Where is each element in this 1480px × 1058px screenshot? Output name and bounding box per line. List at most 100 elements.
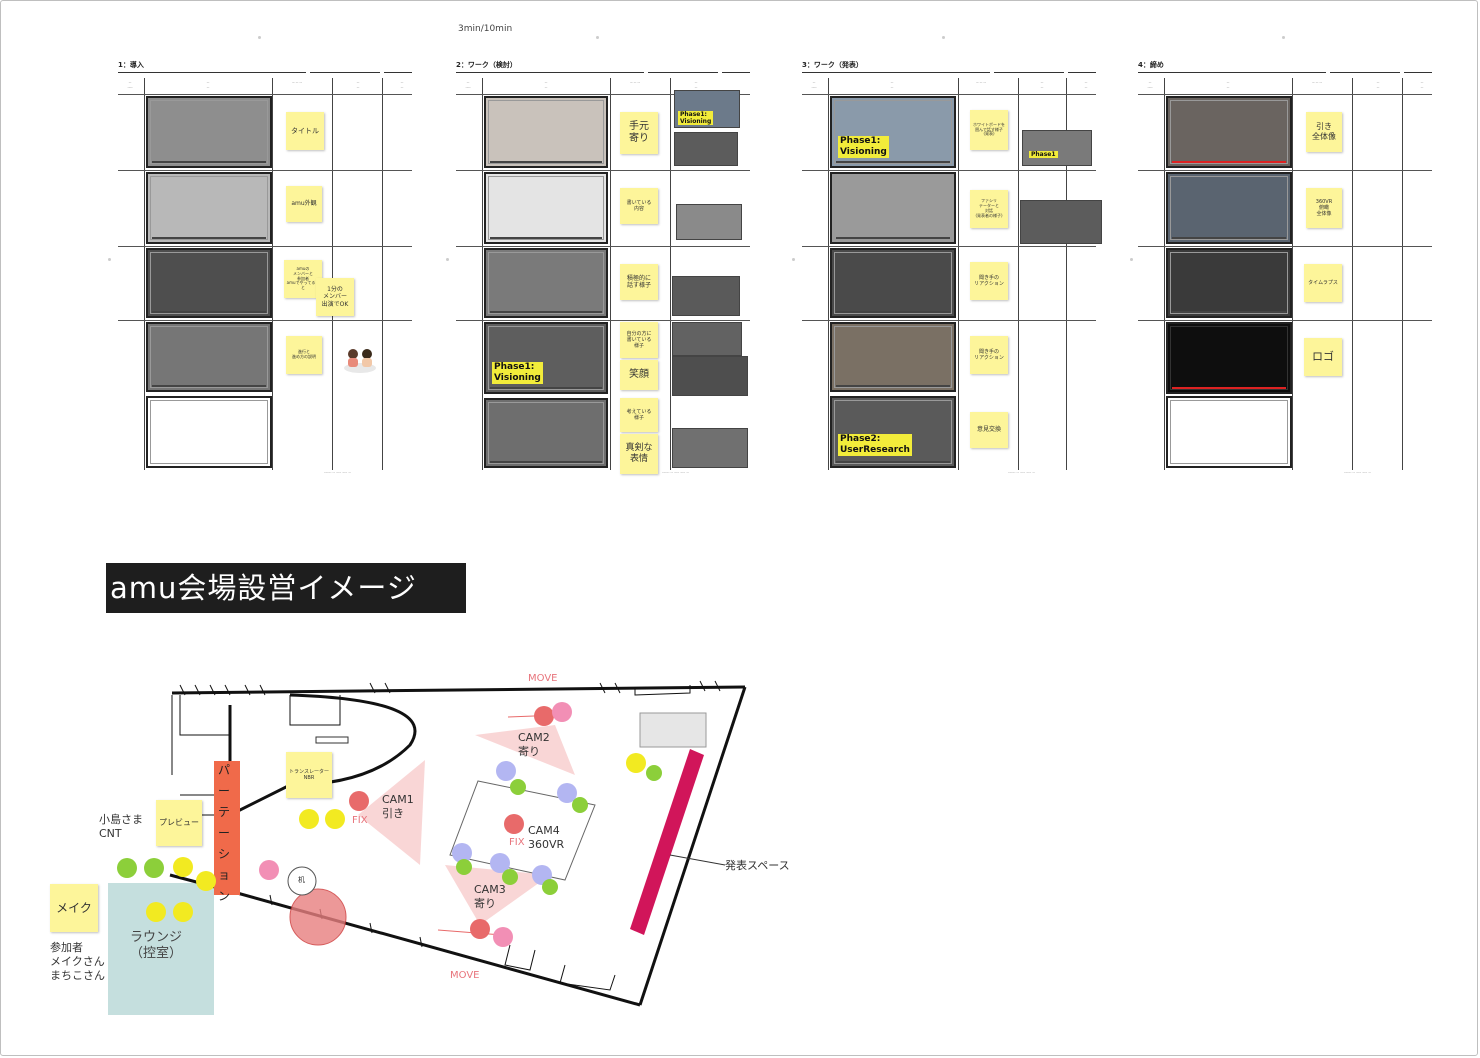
- footer-note: ┈┈┈ ┈ ┈┈ ┈┈ ┈: [1344, 470, 1371, 475]
- column-header: ┈ ┈┈: [465, 80, 471, 90]
- handle-dot: [942, 36, 945, 39]
- column-header: ┈ ┈ ┈: [1312, 80, 1322, 85]
- sticky-note: 考えている 様子: [620, 398, 658, 432]
- column-divider: [828, 78, 829, 470]
- storyboard-shot: [484, 172, 608, 244]
- title-underline: [802, 72, 990, 73]
- title-underline: [994, 72, 1064, 73]
- handle-dot: [1130, 258, 1133, 261]
- column-header: ┈ ┈: [1420, 80, 1424, 90]
- row-divider: [1138, 246, 1432, 247]
- column-divider: [1164, 78, 1165, 470]
- storyboard-title: 2：ワーク（検討）: [456, 61, 517, 69]
- column-header: ┈ ┈┈: [1147, 80, 1153, 90]
- footer-note: ┈┈┈ ┈ ┈┈ ┈┈ ┈: [324, 470, 351, 475]
- column-header: ┈ ┈: [400, 80, 404, 90]
- staff-marker: [196, 871, 216, 891]
- floor-plan: [108, 680, 747, 1015]
- storyboard-shot: [830, 322, 956, 392]
- cam4-label: CAM4 360VR: [528, 824, 565, 851]
- footer-note: ┈┈┈ ┈ ┈┈ ┈┈ ┈: [662, 470, 689, 475]
- desk-area: [289, 888, 347, 946]
- cam2-marker: [534, 706, 554, 726]
- cam3-marker: [470, 919, 490, 939]
- sticky-note: 1分の メンバー 出演でOK: [316, 278, 354, 316]
- participant-marker: [496, 761, 516, 781]
- storyboard-shot: [484, 96, 608, 168]
- staff-marker: [144, 858, 164, 878]
- staff-marker: [299, 809, 319, 829]
- cam2-label: CAM2 寄り: [518, 731, 550, 758]
- row-divider: [118, 320, 412, 321]
- sticky-note: 自分の方に 書いている 様子: [620, 322, 658, 358]
- shot-caption: Phase1: Visioning: [838, 136, 889, 158]
- preview-sticky: プレビュー: [156, 800, 202, 846]
- column-divider: [1018, 78, 1019, 470]
- cam1-label: CAM1 引き: [382, 793, 414, 820]
- storyboard-2: 2：ワーク（検討） ┈ ┈┈ ┈ ┈ ┈ ┈ ┈ ┈ ┈ Phase1: Vision…: [456, 60, 751, 480]
- column-divider: [272, 78, 273, 470]
- title-underline: [384, 72, 412, 73]
- storyboard-shot: [1166, 322, 1292, 394]
- stage-label: 発表スペース: [725, 859, 790, 872]
- staff-marker: [173, 857, 193, 877]
- sticky-note: 360VR 俯瞰 全体像: [1306, 188, 1342, 228]
- reference-photo: [1020, 200, 1102, 244]
- staff-marker: [325, 809, 345, 829]
- column-header: ┈ ┈┈: [127, 80, 133, 90]
- partition-label: パーテーション: [218, 763, 231, 903]
- row-divider: [456, 246, 750, 247]
- move-label-top: MOVE: [528, 673, 558, 684]
- storyboard-title: 1：導入: [118, 61, 144, 69]
- section-heading: amu会場設営イメージ: [106, 563, 466, 613]
- column-header: ┈ ┈ ┈: [292, 80, 302, 85]
- column-header: ┈ ┈: [1084, 80, 1088, 90]
- handle-dot: [596, 36, 599, 39]
- sticky-note: 聞き手の リアクション: [970, 262, 1008, 300]
- cam1-marker: [349, 791, 369, 811]
- title-underline: [1330, 72, 1400, 73]
- timing-label: 3min/10min: [458, 24, 513, 34]
- reference-photo: [672, 276, 740, 316]
- row-divider: [1138, 320, 1432, 321]
- column-divider: [382, 78, 383, 470]
- door-panel: [315, 736, 349, 744]
- row-divider: [118, 94, 412, 95]
- storyboard-shot: [1166, 248, 1292, 318]
- column-header: ┈ ┈: [694, 80, 698, 90]
- reference-photo: [672, 356, 748, 396]
- storyboard-shot: Phase1: Visioning: [830, 96, 956, 168]
- row-divider: [118, 170, 412, 171]
- storyboard-shot-empty: [146, 396, 272, 468]
- sticky-note: ホワイトボードを 囲んで話す様子 (発表): [970, 110, 1008, 150]
- row-divider: [456, 170, 750, 171]
- sticky-note: 聞き手の リアクション: [970, 336, 1008, 374]
- storyboard-shot: [830, 248, 956, 318]
- row-divider: [456, 320, 750, 321]
- reference-photo: Phase1: [1022, 130, 1092, 166]
- cam4-marker: [504, 814, 524, 834]
- participant-marker: [542, 879, 558, 895]
- sticky-note: タイムラプス: [1304, 264, 1342, 302]
- storyboard-title: 4：締め: [1138, 61, 1164, 69]
- kojima-label: 小島さま CNT: [99, 813, 143, 840]
- sticky-note: amu外観: [286, 186, 322, 222]
- storyboard-shot: [1166, 96, 1292, 168]
- staff-marker: [173, 902, 193, 922]
- storyboard-shot: [484, 398, 608, 468]
- sticky-note: 意見交換: [970, 412, 1008, 448]
- staff-marker: [146, 902, 166, 922]
- row-divider: [802, 246, 1096, 247]
- row-divider: [802, 170, 1096, 171]
- sticky-note: 引き 全体像: [1306, 112, 1342, 152]
- title-underline: [648, 72, 718, 73]
- reference-photo: [672, 322, 742, 356]
- sticky-note: 真剣な 表情: [620, 434, 658, 474]
- operator-marker: [493, 927, 513, 947]
- sticky-note: 書いている 内容: [620, 188, 658, 224]
- storyboard-shot: [146, 322, 272, 392]
- operator-marker: [259, 860, 279, 880]
- column-divider: [670, 78, 671, 470]
- title-underline: [1404, 72, 1432, 73]
- column-header: ┈ ┈: [1226, 80, 1230, 90]
